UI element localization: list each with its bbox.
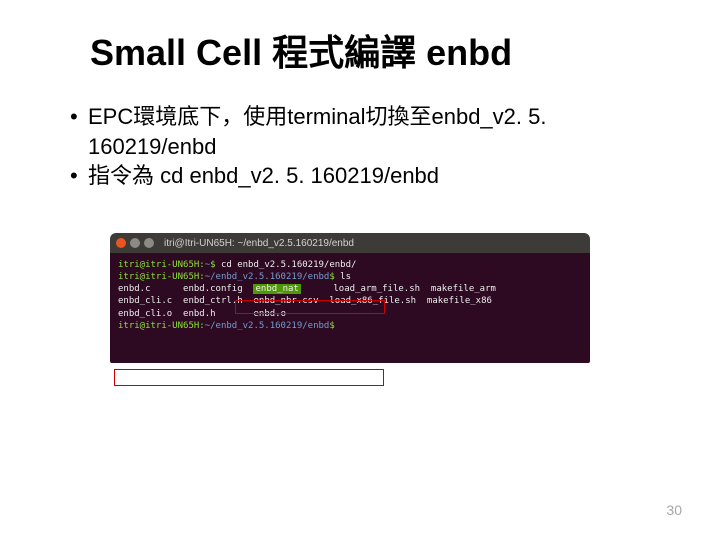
ls-item: enbd_ctrl.h [183,296,243,306]
ls-item: enbd_cli.c [118,296,172,306]
ls-row: enbd.c enbd.config enbd_nat load_arm_fil… [118,283,582,295]
bullet-text: 指令為 cd enbd_v2. 5. 160219/enbd [88,161,439,191]
ls-item: enbd_cli.o [118,309,172,319]
minimize-icon[interactable] [130,238,140,248]
bullet-text: EPC環境底下，使用terminal切換至enbd_v2. 5. 160219/… [88,102,672,161]
ls-item: enbd.c [118,284,151,294]
ls-item-dir: enbd_nat [253,284,300,294]
prompt-user: itri@itri-UN65H [118,272,199,282]
command-text: cd enbd_v2.5.160219/enbd/ [221,260,356,270]
bullet-list: • EPC環境底下，使用terminal切換至enbd_v2. 5. 16021… [70,102,672,191]
prompt-path: ~/enbd_v2.5.160219/enbd [205,272,330,282]
prompt-user: itri@itri-UN65H [118,260,199,270]
ls-item: makefile_x86 [427,296,492,306]
highlight-box [114,369,384,386]
terminal-line: itri@itri-UN65H:~/enbd_v2.5.160219/enbd$… [118,271,582,283]
terminal-title: itri@Itri-UN65H: ~/enbd_v2.5.160219/enbd [164,238,354,249]
terminal-titlebar: itri@Itri-UN65H: ~/enbd_v2.5.160219/enbd [110,233,590,253]
ls-item: enbd.config [183,284,243,294]
close-icon[interactable] [116,238,126,248]
slide: Small Cell 程式編譯 enbd • EPC環境底下，使用termina… [0,0,720,540]
bullet-item: • 指令為 cd enbd_v2. 5. 160219/enbd [70,161,672,191]
prompt-path: ~/enbd_v2.5.160219/enbd [205,321,330,331]
bullet-dot-icon: • [70,102,88,161]
terminal-line: itri@itri-UN65H:~$ cd enbd_v2.5.160219/e… [118,259,582,271]
terminal-window: itri@Itri-UN65H: ~/enbd_v2.5.160219/enbd… [110,233,590,363]
ls-item: enbd.h [183,309,216,319]
terminal-line: itri@itri-UN65H:~/enbd_v2.5.160219/enbd$ [118,320,582,332]
page-number: 30 [666,502,682,518]
prompt-user: itri@itri-UN65H [118,321,199,331]
bullet-item: • EPC環境底下，使用terminal切換至enbd_v2. 5. 16021… [70,102,672,161]
slide-title: Small Cell 程式編譯 enbd [90,24,672,76]
command-text: ls [340,272,351,282]
ls-item: load_arm_file.sh [333,284,420,294]
bullet-dot-icon: • [70,161,88,191]
maximize-icon[interactable] [144,238,154,248]
ls-item: makefile_arm [431,284,496,294]
highlight-box [235,300,385,314]
